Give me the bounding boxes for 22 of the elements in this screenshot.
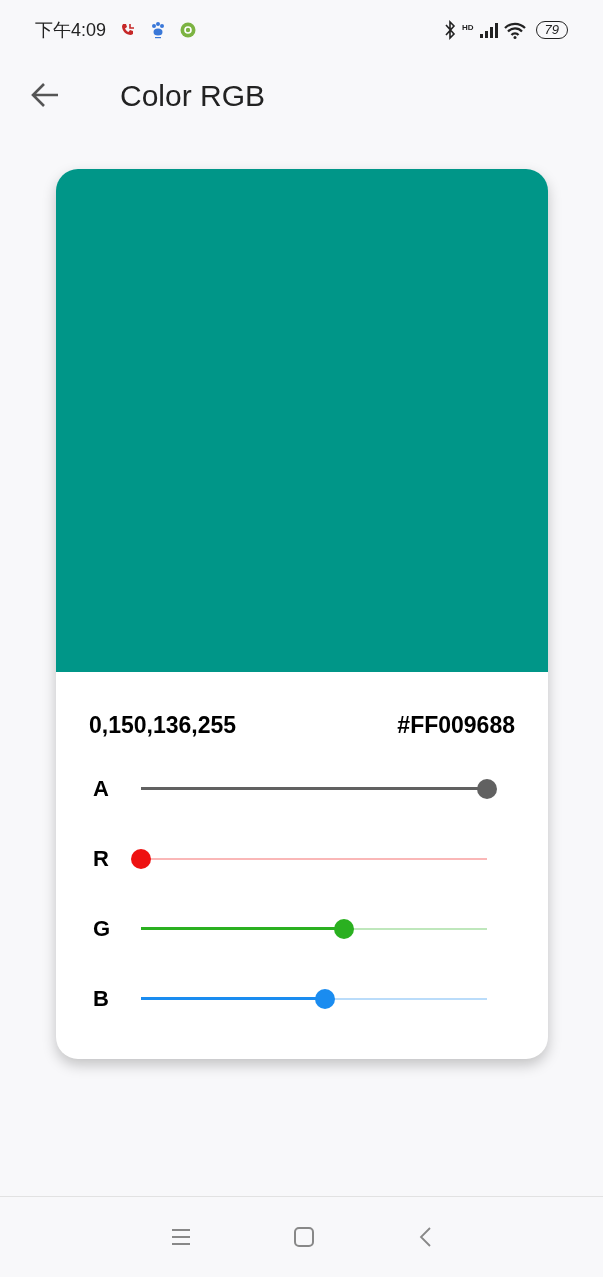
slider-thumb[interactable] (334, 918, 355, 939)
channel-label: A (92, 775, 110, 803)
menu-icon[interactable] (171, 1228, 192, 1246)
back-icon[interactable] (417, 1226, 432, 1248)
network-label: HD (461, 22, 474, 34)
channel-label: B (92, 985, 110, 1013)
screen-title: Color RGB (120, 77, 266, 114)
phone-icon (120, 22, 137, 38)
slider-thumb[interactable] (131, 848, 151, 869)
wifi-icon (503, 21, 526, 39)
slider-thumb[interactable] (477, 778, 497, 799)
bluetooth-icon (443, 20, 456, 40)
channel-label: R (92, 845, 110, 873)
home-icon[interactable] (293, 1226, 316, 1248)
slider-thumb[interactable] (315, 988, 336, 1009)
channel-label: G (92, 915, 112, 943)
rgba-value: 0,150,136,255 (89, 711, 237, 740)
signal-icon (479, 22, 498, 38)
paw-icon (150, 21, 167, 39)
status-time: 下午4:09 (35, 18, 107, 42)
hex-value: #FF009688 (397, 711, 515, 740)
back-arrow-icon[interactable] (30, 82, 60, 108)
